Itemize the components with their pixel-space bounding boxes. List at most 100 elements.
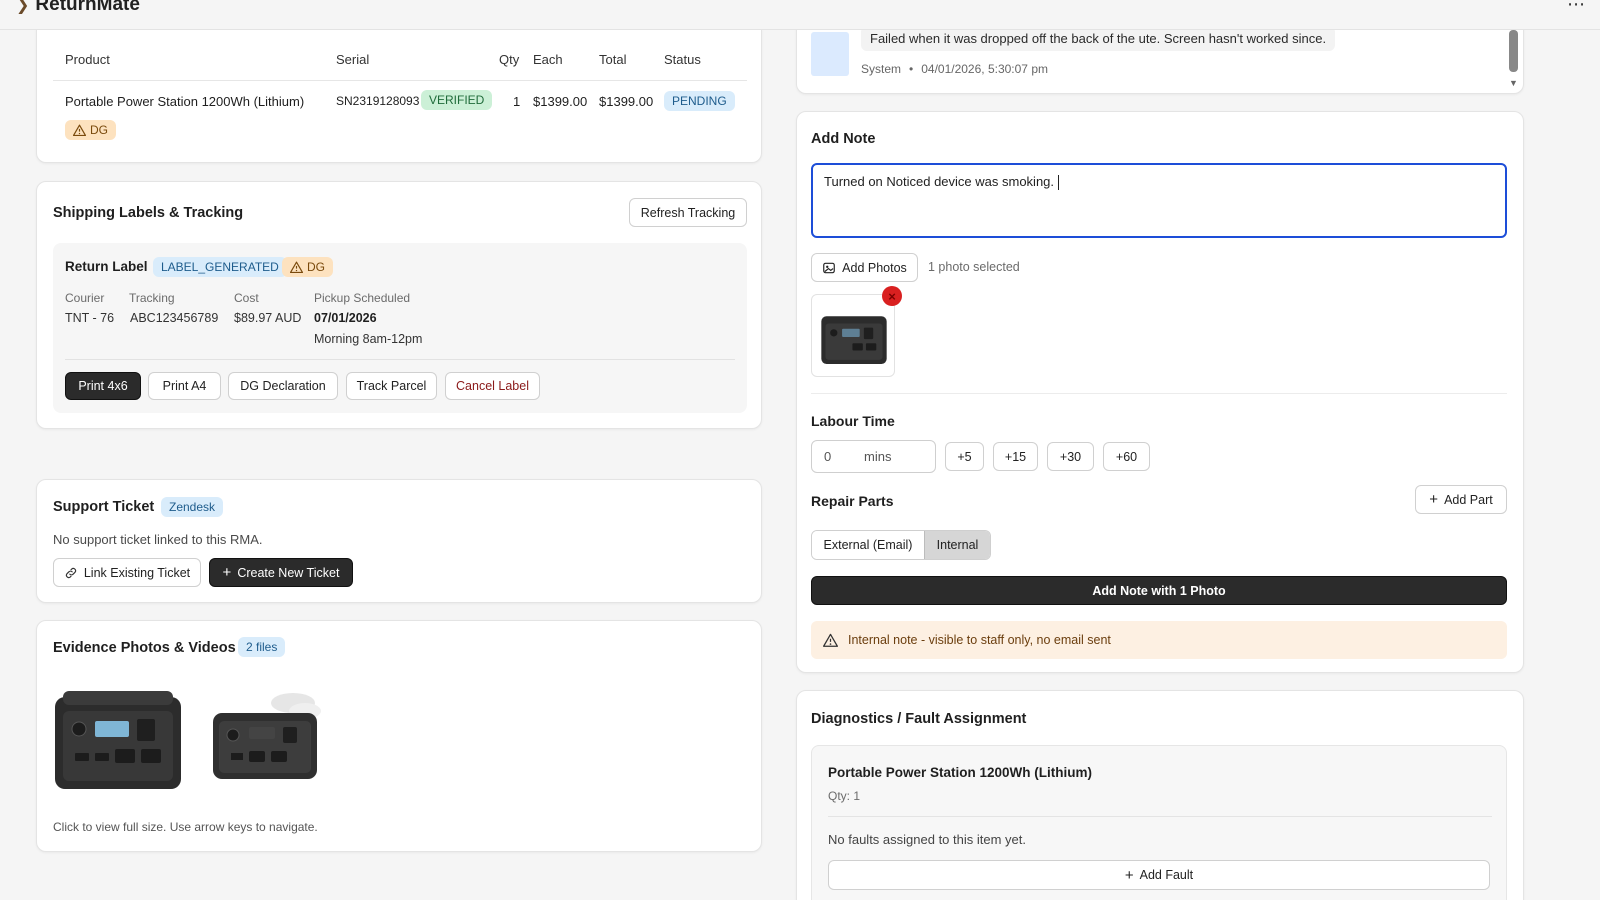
add-5-mins-button[interactable]: +5	[945, 442, 984, 471]
brand-name: ReturnMate	[35, 0, 140, 15]
add-photos-button[interactable]: Add Photos	[811, 253, 918, 282]
return-label-title: Return Label	[65, 259, 148, 274]
label-divider	[65, 359, 735, 360]
visibility-toggle: External (Email) Internal	[811, 530, 991, 560]
evidence-photo-1[interactable]	[53, 683, 183, 791]
history-timestamp: 04/01/2026, 5:30:07 pm	[921, 62, 1048, 76]
smoking-device-image	[213, 693, 321, 779]
add-60-mins-button[interactable]: +60	[1103, 442, 1150, 471]
app-brand[interactable]: ❯ ReturnMate	[16, 0, 140, 16]
top-bar: ❯ ReturnMate ⋯	[0, 0, 1600, 30]
support-ticket-card: Support Ticket Zendesk No support ticket…	[36, 479, 762, 603]
dg-badge: DG	[65, 120, 116, 140]
evidence-photo-2[interactable]	[209, 693, 325, 783]
visibility-internal-option[interactable]: Internal	[924, 531, 990, 559]
labour-unit: mins	[864, 449, 892, 464]
shipping-card: Shipping Labels & Tracking Refresh Track…	[36, 181, 762, 429]
add-fault-button[interactable]: + Add Fault	[828, 860, 1490, 890]
section-divider	[811, 393, 1507, 394]
support-title: Support Ticket	[53, 499, 155, 515]
history-author: System	[861, 62, 902, 76]
add-part-button[interactable]: + Add Part	[1415, 485, 1507, 514]
visibility-external-option[interactable]: External (Email)	[812, 531, 924, 559]
repair-parts-title: Repair Parts	[811, 493, 894, 509]
files-count-badge: 2 files	[238, 637, 286, 657]
col-header-each: Each	[533, 52, 563, 67]
brand-chevron-icon: ❯	[16, 0, 30, 14]
product-status-badge: PENDING	[664, 91, 735, 111]
link-existing-ticket-button[interactable]: Link Existing Ticket	[53, 558, 201, 587]
no-faults-text: No faults assigned to this item yet.	[828, 832, 1026, 847]
track-parcel-button[interactable]: Track Parcel	[346, 372, 437, 400]
diagnostics-title: Diagnostics / Fault Assignment	[811, 711, 1027, 727]
link-existing-ticket-label: Link Existing Ticket	[83, 565, 191, 580]
internal-note-warning-text: Internal note - visible to staff only, n…	[848, 633, 1111, 647]
diagnostics-card: Diagnostics / Fault Assignment Portable …	[796, 690, 1524, 900]
courier-value: TNT - 76	[65, 311, 115, 325]
diagnostics-item-name: Portable Power Station 1200Wh (Lithium)	[828, 765, 1093, 780]
create-new-ticket-label: Create New Ticket	[237, 565, 340, 580]
table-divider	[53, 80, 747, 81]
zendesk-badge: Zendesk	[161, 497, 224, 517]
selected-photo-thumbnail[interactable]	[811, 294, 895, 377]
history-scrollbar[interactable]	[1509, 30, 1518, 72]
link-icon	[65, 567, 76, 578]
label-dg-text: DG	[307, 260, 325, 274]
more-menu-icon[interactable]: ⋯	[1567, 0, 1586, 15]
refresh-tracking-button[interactable]: Refresh Tracking	[629, 198, 747, 227]
product-serial: SN2319128093	[336, 94, 420, 108]
serial-verified-badge: VERIFIED	[421, 90, 493, 110]
dg-badge-label: DG	[90, 123, 108, 137]
col-header-total: Total	[599, 52, 627, 67]
evidence-card: Evidence Photos & Videos 2 files Click t…	[36, 620, 762, 852]
dg-declaration-button[interactable]: DG Declaration	[228, 372, 338, 400]
print-a4-button[interactable]: Print A4	[148, 372, 221, 400]
photos-selected-text: 1 photo selected	[928, 260, 1020, 274]
plus-icon: +	[1429, 491, 1439, 508]
pickup-window: Morning 8am-12pm	[314, 332, 423, 346]
col-header-status: Status	[664, 52, 701, 67]
image-icon	[823, 262, 836, 273]
add-note-submit-button[interactable]: Add Note with 1 Photo	[811, 576, 1507, 605]
labour-value: 0	[824, 449, 832, 464]
product-name: Portable Power Station 1200Wh (Lithium)	[65, 94, 305, 109]
cost-value: $89.97 AUD	[234, 311, 302, 325]
labour-time-title: Labour Time	[811, 413, 895, 429]
return-label-panel: Return Label LABEL_GENERATED DG Courier …	[53, 243, 747, 413]
evidence-title: Evidence Photos & Videos	[53, 640, 236, 656]
products-card: Product Serial Qty Each Total Status Por…	[36, 20, 762, 163]
note-textarea[interactable]: Turned on Noticed device was smoking.	[811, 163, 1507, 238]
print-4x6-button[interactable]: Print 4x6	[65, 372, 141, 400]
pickup-label: Pickup Scheduled	[314, 291, 411, 305]
text-cursor	[1057, 175, 1059, 191]
history-card: Failed when it was dropped off the back …	[796, 20, 1524, 94]
shipping-title: Shipping Labels & Tracking	[53, 205, 244, 221]
diagnostics-item-qty: Qty: 1	[828, 789, 861, 803]
warning-icon	[290, 261, 303, 273]
labour-minutes-input[interactable]: 0 mins	[811, 440, 936, 473]
history-separator: •	[909, 62, 914, 76]
scroll-down-arrow-icon[interactable]: ▼	[1509, 78, 1518, 88]
add-15-mins-button[interactable]: +15	[993, 442, 1038, 471]
add-30-mins-button[interactable]: +30	[1047, 442, 1094, 471]
warning-icon	[73, 124, 86, 136]
create-new-ticket-button[interactable]: + Create New Ticket	[209, 558, 353, 587]
label-status-badge: LABEL_GENERATED	[153, 257, 287, 277]
plus-icon: +	[1124, 866, 1134, 884]
remove-photo-icon[interactable]: ×	[882, 286, 902, 306]
plus-icon: +	[222, 564, 232, 581]
col-header-product: Product	[65, 52, 110, 67]
add-note-card: Add Note Turned on Noticed device was sm…	[796, 111, 1524, 673]
product-qty: 1	[513, 94, 521, 109]
courier-label: Courier	[65, 291, 105, 305]
product-total: $1399.00	[599, 94, 654, 109]
cancel-label-button[interactable]: Cancel Label	[445, 372, 540, 400]
cost-label: Cost	[234, 291, 259, 305]
diagnostics-divider	[828, 816, 1492, 817]
col-header-serial: Serial	[336, 52, 370, 67]
add-fault-label: Add Fault	[1139, 868, 1194, 882]
history-meta: System • 04/01/2026, 5:30:07 pm	[861, 62, 1048, 76]
tracking-label: Tracking	[129, 291, 175, 305]
label-dg-badge: DG	[282, 257, 333, 277]
power-station-image	[55, 691, 181, 789]
